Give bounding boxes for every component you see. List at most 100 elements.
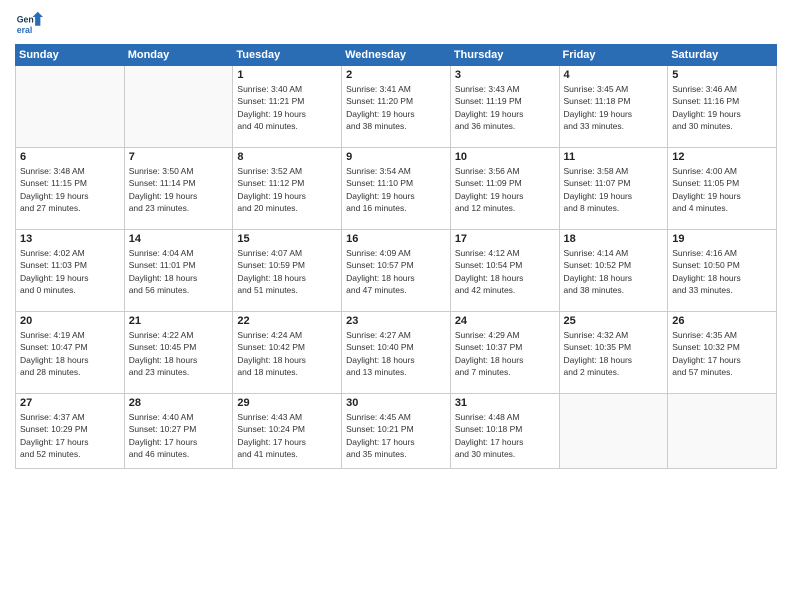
calendar-cell: 24Sunrise: 4:29 AM Sunset: 10:37 PM Dayl… (450, 312, 559, 394)
day-number: 21 (129, 315, 229, 327)
day-detail: Sunrise: 4:29 AM Sunset: 10:37 PM Daylig… (455, 329, 555, 378)
day-detail: Sunrise: 4:09 AM Sunset: 10:57 PM Daylig… (346, 247, 446, 296)
svg-text:eral: eral (17, 25, 33, 35)
calendar-cell (16, 66, 125, 148)
calendar-table: SundayMondayTuesdayWednesdayThursdayFrid… (15, 44, 777, 469)
calendar-week-2: 6 Sunrise: 3:48 AM Sunset: 11:15 PM Dayli… (16, 148, 777, 230)
calendar-week-3: 13 Sunrise: 4:02 AM Sunset: 11:03 PM Dayl… (16, 230, 777, 312)
calendar-cell: 14Sunrise: 4:04 AM Sunset: 11:01 PM Dayl… (124, 230, 233, 312)
day-number: 27 (20, 397, 120, 409)
calendar-cell: 8Sunrise: 3:52 AM Sunset: 11:12 PM Dayli… (233, 148, 342, 230)
calendar-cell: 10 Sunrise: 3:56 AM Sunset: 11:09 PM Dayl… (450, 148, 559, 230)
day-number: 28 (129, 397, 229, 409)
day-number: 2 (346, 69, 446, 81)
calendar-cell: 22 Sunrise: 4:24 AM Sunset: 10:42 PM Dayl… (233, 312, 342, 394)
day-detail: Sunrise: 4:00 AM Sunset: 11:05 PM Daylig… (672, 165, 772, 214)
calendar-cell: 30 Sunrise: 4:45 AM Sunset: 10:21 PM Dayl… (342, 394, 451, 469)
day-header-thursday: Thursday (450, 45, 559, 66)
calendar-cell: 18Sunrise: 4:14 AM Sunset: 10:52 PM Dayl… (559, 230, 668, 312)
day-number: 23 (346, 315, 446, 327)
day-number: 8 (237, 151, 337, 163)
day-number: 13 (20, 233, 120, 245)
day-number: 10 (455, 151, 555, 163)
day-header-tuesday: Tuesday (233, 45, 342, 66)
calendar-cell: 21 Sunrise: 4:22 AM Sunset: 10:45 PM Dayl… (124, 312, 233, 394)
calendar-cell (124, 66, 233, 148)
day-detail: Sunrise: 4:16 AM Sunset: 10:50 PM Daylig… (672, 247, 772, 296)
day-detail: Sunrise: 4:43 AM Sunset: 10:24 PM Daylig… (237, 411, 337, 460)
day-detail: Sunrise: 3:50 AM Sunset: 11:14 PM Daylig… (129, 165, 229, 214)
day-number: 16 (346, 233, 446, 245)
day-detail: Sunrise: 3:45 AM Sunset: 11:18 PM Daylig… (564, 83, 664, 132)
day-number: 29 (237, 397, 337, 409)
day-number: 4 (564, 69, 664, 81)
day-detail: Sunrise: 4:02 AM Sunset: 11:03 PM Daylig… (20, 247, 120, 296)
day-detail: Sunrise: 3:56 AM Sunset: 11:09 PM Daylig… (455, 165, 555, 214)
logo-icon: Gen eral (15, 10, 43, 38)
calendar-cell: 4 Sunrise: 3:45 AM Sunset: 11:18 PM Dayli… (559, 66, 668, 148)
day-detail: Sunrise: 4:45 AM Sunset: 10:21 PM Daylig… (346, 411, 446, 460)
calendar-cell: 28 Sunrise: 4:40 AM Sunset: 10:27 PM Dayl… (124, 394, 233, 469)
day-number: 22 (237, 315, 337, 327)
calendar-week-5: 27 Sunrise: 4:37 AM Sunset: 10:29 PM Dayl… (16, 394, 777, 469)
day-detail: Sunrise: 4:12 AM Sunset: 10:54 PM Daylig… (455, 247, 555, 296)
day-number: 6 (20, 151, 120, 163)
calendar-cell (668, 394, 777, 469)
day-number: 26 (672, 315, 772, 327)
day-detail: Sunrise: 4:24 AM Sunset: 10:42 PM Daylig… (237, 329, 337, 378)
day-number: 30 (346, 397, 446, 409)
day-detail: Sunrise: 3:41 AM Sunset: 11:20 PM Daylig… (346, 83, 446, 132)
calendar-cell: 6 Sunrise: 3:48 AM Sunset: 11:15 PM Dayli… (16, 148, 125, 230)
calendar-cell: 15 Sunrise: 4:07 AM Sunset: 10:59 PM Dayl… (233, 230, 342, 312)
calendar-cell: 5Sunrise: 3:46 AM Sunset: 11:16 PM Dayli… (668, 66, 777, 148)
day-number: 12 (672, 151, 772, 163)
calendar-cell: 19 Sunrise: 4:16 AM Sunset: 10:50 PM Dayl… (668, 230, 777, 312)
svg-text:Gen: Gen (17, 14, 34, 24)
calendar-cell: 1Sunrise: 3:40 AM Sunset: 11:21 PM Dayli… (233, 66, 342, 148)
calendar-week-4: 20Sunrise: 4:19 AM Sunset: 10:47 PM Dayl… (16, 312, 777, 394)
day-detail: Sunrise: 4:40 AM Sunset: 10:27 PM Daylig… (129, 411, 229, 460)
day-detail: Sunrise: 4:07 AM Sunset: 10:59 PM Daylig… (237, 247, 337, 296)
day-detail: Sunrise: 4:22 AM Sunset: 10:45 PM Daylig… (129, 329, 229, 378)
calendar-cell: 11Sunrise: 3:58 AM Sunset: 11:07 PM Dayl… (559, 148, 668, 230)
calendar-cell (559, 394, 668, 469)
day-number: 11 (564, 151, 664, 163)
calendar-cell: 2 Sunrise: 3:41 AM Sunset: 11:20 PM Dayli… (342, 66, 451, 148)
day-number: 7 (129, 151, 229, 163)
calendar-cell: 7 Sunrise: 3:50 AM Sunset: 11:14 PM Dayli… (124, 148, 233, 230)
day-detail: Sunrise: 4:27 AM Sunset: 10:40 PM Daylig… (346, 329, 446, 378)
day-number: 31 (455, 397, 555, 409)
day-detail: Sunrise: 3:48 AM Sunset: 11:15 PM Daylig… (20, 165, 120, 214)
calendar-cell: 25 Sunrise: 4:32 AM Sunset: 10:35 PM Dayl… (559, 312, 668, 394)
day-number: 3 (455, 69, 555, 81)
day-number: 18 (564, 233, 664, 245)
day-header-wednesday: Wednesday (342, 45, 451, 66)
calendar-cell: 31 Sunrise: 4:48 AM Sunset: 10:18 PM Dayl… (450, 394, 559, 469)
day-detail: Sunrise: 4:37 AM Sunset: 10:29 PM Daylig… (20, 411, 120, 460)
calendar-header-row: SundayMondayTuesdayWednesdayThursdayFrid… (16, 45, 777, 66)
calendar-cell: 26 Sunrise: 4:35 AM Sunset: 10:32 PM Dayl… (668, 312, 777, 394)
page: Gen eral SundayMondayTuesdayWednesdayThu… (0, 0, 792, 612)
day-header-monday: Monday (124, 45, 233, 66)
calendar-cell: 29 Sunrise: 4:43 AM Sunset: 10:24 PM Dayl… (233, 394, 342, 469)
header: Gen eral (15, 10, 777, 38)
day-header-friday: Friday (559, 45, 668, 66)
day-number: 19 (672, 233, 772, 245)
day-detail: Sunrise: 3:40 AM Sunset: 11:21 PM Daylig… (237, 83, 337, 132)
day-detail: Sunrise: 3:43 AM Sunset: 11:19 PM Daylig… (455, 83, 555, 132)
day-detail: Sunrise: 4:32 AM Sunset: 10:35 PM Daylig… (564, 329, 664, 378)
day-number: 25 (564, 315, 664, 327)
day-detail: Sunrise: 4:35 AM Sunset: 10:32 PM Daylig… (672, 329, 772, 378)
day-number: 17 (455, 233, 555, 245)
calendar-cell: 17 Sunrise: 4:12 AM Sunset: 10:54 PM Dayl… (450, 230, 559, 312)
calendar-cell: 3 Sunrise: 3:43 AM Sunset: 11:19 PM Dayli… (450, 66, 559, 148)
calendar-cell: 23 Sunrise: 4:27 AM Sunset: 10:40 PM Dayl… (342, 312, 451, 394)
calendar-cell: 9Sunrise: 3:54 AM Sunset: 11:10 PM Dayli… (342, 148, 451, 230)
calendar-cell: 20Sunrise: 4:19 AM Sunset: 10:47 PM Dayl… (16, 312, 125, 394)
calendar-week-1: 1Sunrise: 3:40 AM Sunset: 11:21 PM Dayli… (16, 66, 777, 148)
logo: Gen eral (15, 10, 47, 38)
calendar-cell: 13 Sunrise: 4:02 AM Sunset: 11:03 PM Dayl… (16, 230, 125, 312)
day-detail: Sunrise: 4:48 AM Sunset: 10:18 PM Daylig… (455, 411, 555, 460)
day-detail: Sunrise: 3:46 AM Sunset: 11:16 PM Daylig… (672, 83, 772, 132)
day-number: 15 (237, 233, 337, 245)
